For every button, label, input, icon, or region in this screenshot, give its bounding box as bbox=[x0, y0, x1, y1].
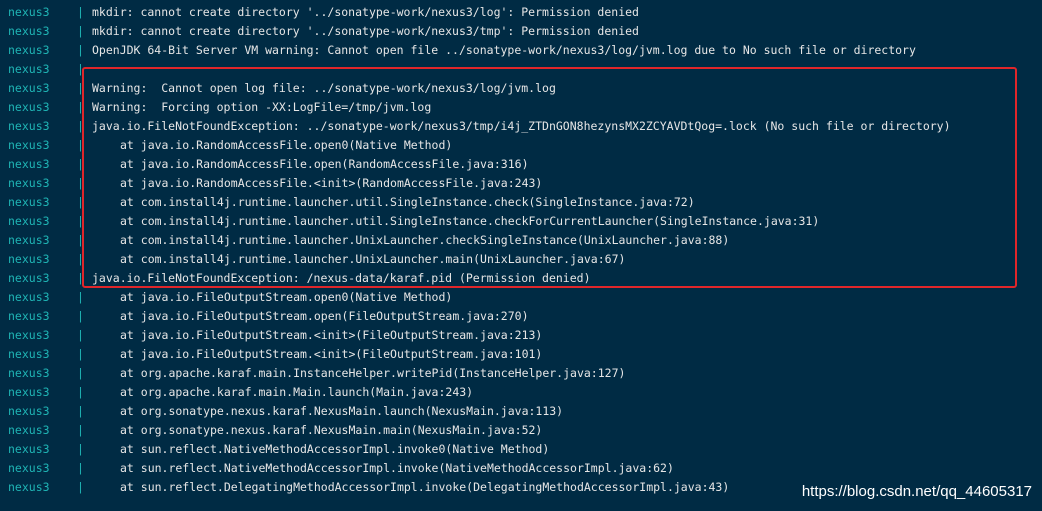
log-line-message: mkdir: cannot create directory '../sonat… bbox=[92, 5, 639, 19]
log-line: nexus3 | mkdir: cannot create directory '.… bbox=[0, 22, 1042, 41]
log-line-service: nexus3 bbox=[8, 385, 50, 399]
log-line-separator: | bbox=[77, 347, 84, 361]
log-line-service: nexus3 bbox=[8, 81, 50, 95]
log-line: nexus3 | OpenJDK 64-Bit Server VM warning:… bbox=[0, 41, 1042, 60]
log-line-message: at sun.reflect.NativeMethodAccessorImpl.… bbox=[120, 442, 550, 456]
log-line-service: nexus3 bbox=[8, 309, 50, 323]
log-line-service: nexus3 bbox=[8, 290, 50, 304]
log-line-message: at sun.reflect.DelegatingMethodAccessorI… bbox=[120, 480, 730, 494]
log-line-separator: | bbox=[77, 442, 84, 456]
log-line-separator: | bbox=[77, 480, 84, 494]
log-line-message: at sun.reflect.NativeMethodAccessorImpl.… bbox=[120, 461, 674, 475]
log-line: nexus3 | at sun.reflect.NativeMethodAccess… bbox=[0, 440, 1042, 459]
log-line-separator: | bbox=[77, 43, 84, 57]
log-line-separator: | bbox=[77, 404, 84, 418]
log-line: nexus3 | at org.sonatype.nexus.karaf.Nexus… bbox=[0, 421, 1042, 440]
log-line-separator: | bbox=[77, 290, 84, 304]
log-line-service: nexus3 bbox=[8, 195, 50, 209]
log-line-service: nexus3 bbox=[8, 271, 50, 285]
log-line-message: at org.apache.karaf.main.InstanceHelper.… bbox=[120, 366, 626, 380]
log-line: nexus3 | at java.io.FileOutputStream.open0… bbox=[0, 288, 1042, 307]
log-line-service: nexus3 bbox=[8, 157, 50, 171]
log-line: nexus3 | at sun.reflect.NativeMethodAccess… bbox=[0, 459, 1042, 478]
log-line-service: nexus3 bbox=[8, 252, 50, 266]
log-line-service: nexus3 bbox=[8, 442, 50, 456]
watermark: https://blog.csdn.net/qq_44605317 bbox=[801, 483, 1032, 500]
log-line-message: at java.io.FileOutputStream.<init>(FileO… bbox=[120, 347, 543, 361]
log-line: nexus3 | at org.sonatype.nexus.karaf.Nexus… bbox=[0, 402, 1042, 421]
log-line-service: nexus3 bbox=[8, 233, 50, 247]
log-line-separator: | bbox=[77, 328, 84, 342]
error-highlight-box bbox=[82, 67, 1017, 288]
log-line-message: OpenJDK 64-Bit Server VM warning: Cannot… bbox=[92, 43, 916, 57]
log-line-service: nexus3 bbox=[8, 176, 50, 190]
log-line-service: nexus3 bbox=[8, 62, 50, 76]
log-line-separator: | bbox=[77, 461, 84, 475]
log-line-message: at org.sonatype.nexus.karaf.NexusMain.la… bbox=[120, 404, 564, 418]
log-line-service: nexus3 bbox=[8, 119, 50, 133]
log-line-service: nexus3 bbox=[8, 366, 50, 380]
log-line-service: nexus3 bbox=[8, 100, 50, 114]
log-line: nexus3 | at java.io.FileOutputStream.open(… bbox=[0, 307, 1042, 326]
log-line-service: nexus3 bbox=[8, 43, 50, 57]
log-line-message: mkdir: cannot create directory '../sonat… bbox=[92, 24, 639, 38]
log-line-service: nexus3 bbox=[8, 347, 50, 361]
log-line: nexus3 | mkdir: cannot create directory '.… bbox=[0, 3, 1042, 22]
log-line-separator: | bbox=[77, 423, 84, 437]
log-line-service: nexus3 bbox=[8, 480, 50, 494]
log-line-service: nexus3 bbox=[8, 138, 50, 152]
log-line-service: nexus3 bbox=[8, 214, 50, 228]
log-line-separator: | bbox=[77, 24, 84, 38]
log-line-separator: | bbox=[77, 366, 84, 380]
log-line-service: nexus3 bbox=[8, 404, 50, 418]
log-line: nexus3 | at org.apache.karaf.main.Main.lau… bbox=[0, 383, 1042, 402]
log-line-service: nexus3 bbox=[8, 5, 50, 19]
log-line-separator: | bbox=[77, 309, 84, 323]
log-line-message: at java.io.FileOutputStream.open0(Native… bbox=[120, 290, 453, 304]
log-line-message: at java.io.FileOutputStream.open(FileOut… bbox=[120, 309, 529, 323]
log-line-message: at org.sonatype.nexus.karaf.NexusMain.ma… bbox=[120, 423, 543, 437]
log-line-service: nexus3 bbox=[8, 423, 50, 437]
log-line-message: at org.apache.karaf.main.Main.launch(Mai… bbox=[120, 385, 474, 399]
log-line: nexus3 | at java.io.FileOutputStream.<init… bbox=[0, 345, 1042, 364]
log-line-service: nexus3 bbox=[8, 328, 50, 342]
log-line-message: at java.io.FileOutputStream.<init>(FileO… bbox=[120, 328, 543, 342]
log-line-service: nexus3 bbox=[8, 24, 50, 38]
log-line: nexus3 | at org.apache.karaf.main.Instance… bbox=[0, 364, 1042, 383]
log-line: nexus3 | at java.io.FileOutputStream.<init… bbox=[0, 326, 1042, 345]
log-line-separator: | bbox=[77, 5, 84, 19]
log-line-service: nexus3 bbox=[8, 461, 50, 475]
log-line-separator: | bbox=[77, 385, 84, 399]
